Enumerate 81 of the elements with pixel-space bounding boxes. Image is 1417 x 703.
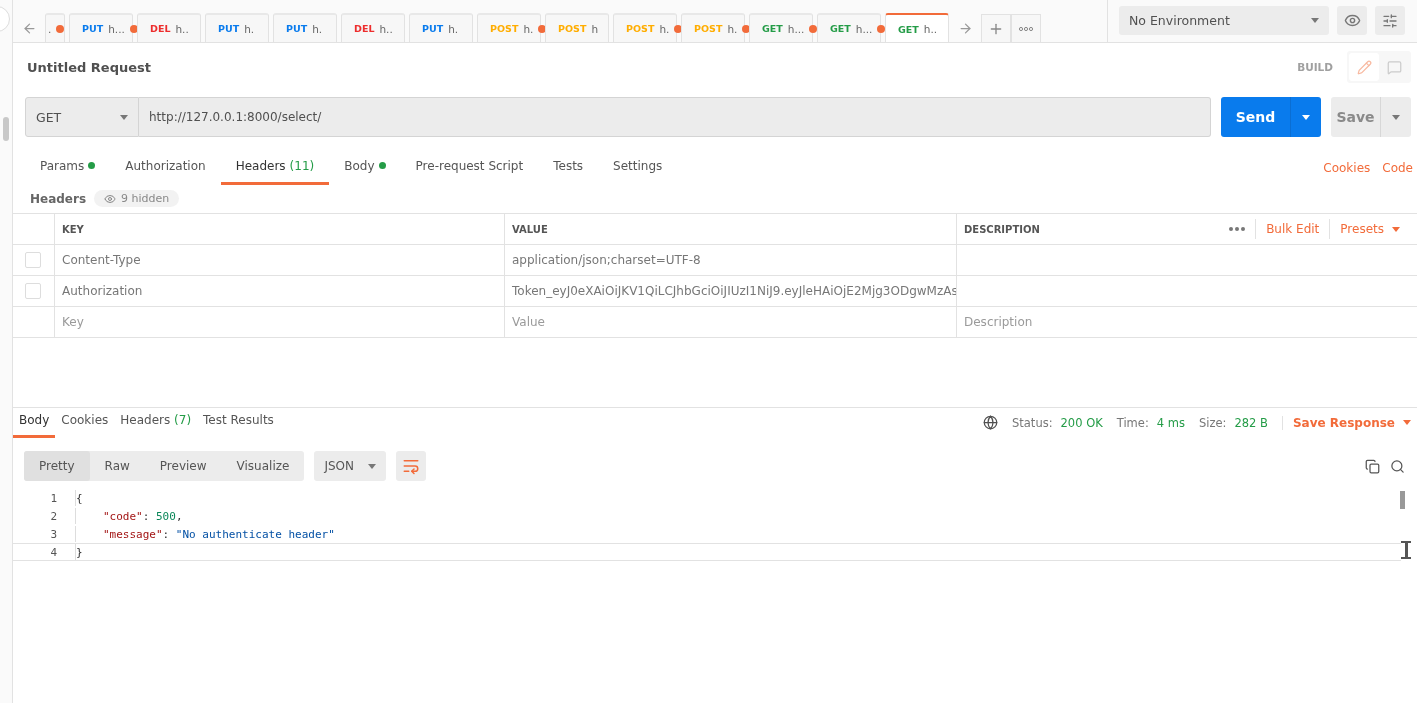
column-header: KEY xyxy=(55,214,505,244)
settings-button[interactable] xyxy=(1375,6,1405,35)
code-line: "message": "No authenticate header" xyxy=(75,526,335,542)
eye-icon xyxy=(104,192,117,205)
code-line: } xyxy=(75,544,83,560)
request-section-tab[interactable]: Tests xyxy=(538,155,599,185)
request-section-tab[interactable]: Params xyxy=(25,155,111,185)
row-checkbox[interactable] xyxy=(25,252,41,268)
code-line: { xyxy=(75,490,83,506)
response-tab[interactable]: Cookies xyxy=(55,410,115,438)
search-icon[interactable] xyxy=(1390,458,1405,474)
link[interactable]: Cookies xyxy=(1323,161,1371,175)
table-cell: Content-Type xyxy=(55,245,505,275)
request-title: Untitled Request xyxy=(27,59,151,75)
method-select[interactable]: GET xyxy=(25,97,139,137)
request-tab[interactable]: DEL h.. xyxy=(137,13,201,42)
line-number: 3 xyxy=(49,527,58,541)
column-header: VALUE xyxy=(505,214,957,244)
new-tab-button[interactable] xyxy=(981,14,1011,42)
send-button[interactable]: Send xyxy=(1221,97,1321,137)
value-field[interactable]: Value xyxy=(512,315,949,329)
save-response-button[interactable]: Save Response xyxy=(1281,415,1411,430)
request-section-tab[interactable]: Authorization xyxy=(110,155,221,185)
section-label: Headers xyxy=(30,191,87,206)
column-header: DESCRIPTION xyxy=(964,223,1040,235)
line-number: 4 xyxy=(49,545,58,559)
mode-label: BUILD xyxy=(1297,61,1333,73)
hidden-headers-toggle[interactable]: 9 hidden xyxy=(94,190,180,207)
more-tabs-button[interactable] xyxy=(1011,14,1041,42)
scrollbar-thumb[interactable] xyxy=(1400,491,1405,509)
environment-select[interactable]: No Environment xyxy=(1119,6,1329,35)
comment-icon xyxy=(1386,59,1402,75)
request-section-tab[interactable]: Headers (11) xyxy=(220,155,330,185)
response-tab[interactable]: Test Results xyxy=(197,410,280,438)
status-value: 200 OK xyxy=(1060,415,1103,430)
response-tab[interactable]: Body xyxy=(13,410,56,438)
request-tab[interactable]: POST h xyxy=(545,13,609,42)
table-cell: Authorization xyxy=(55,276,505,306)
request-tab[interactable]: PUT h. xyxy=(273,13,337,42)
line-number: 1 xyxy=(49,491,58,505)
eye-icon xyxy=(1343,12,1361,29)
request-tab[interactable]: PUT h. xyxy=(409,13,473,42)
table-cell: application/json;charset=UTF-8 xyxy=(505,245,957,275)
cursor-icon xyxy=(1401,541,1411,559)
response-tab[interactable]: Headers (7) xyxy=(114,410,198,438)
wrap-lines-button[interactable] xyxy=(396,451,426,481)
globe-icon[interactable] xyxy=(983,415,998,430)
description-field[interactable]: Description xyxy=(964,315,1410,329)
link[interactable]: Code xyxy=(1382,161,1413,175)
code-line: "code": 500, xyxy=(75,508,183,524)
request-section-tab[interactable]: Pre-request Script xyxy=(400,155,539,185)
key-field[interactable]: Key xyxy=(62,315,497,329)
status-value: 282 B xyxy=(1234,415,1268,430)
status-label: Status: xyxy=(1012,415,1053,430)
status-value: 4 ms xyxy=(1156,415,1185,430)
request-tab[interactable]: . xyxy=(45,13,65,42)
pencil-button[interactable] xyxy=(1349,53,1379,81)
line-number: 2 xyxy=(49,509,58,523)
sliders-icon xyxy=(1382,12,1398,29)
pencil-icon xyxy=(1356,59,1372,75)
request-tab[interactable]: DEL h.. xyxy=(341,13,405,42)
bulk-edit-button[interactable]: Bulk Edit xyxy=(1255,219,1330,239)
request-tab[interactable]: PUT h. xyxy=(205,13,269,42)
url-field[interactable]: http://127.0.0.1:8000/select/ xyxy=(139,97,1211,137)
status-label: Time: xyxy=(1116,415,1149,430)
request-section-tab[interactable]: Settings xyxy=(598,155,678,185)
presets-button[interactable]: Presets xyxy=(1329,219,1410,239)
row-checkbox[interactable] xyxy=(25,283,41,299)
view-mode-tab[interactable]: Preview xyxy=(144,451,222,481)
more-icon xyxy=(1019,25,1033,32)
request-section-tab[interactable]: Body xyxy=(329,155,401,185)
eye-button[interactable] xyxy=(1337,6,1367,35)
request-tab[interactable]: GET h.. xyxy=(885,13,949,42)
status-label: Size: xyxy=(1198,415,1227,430)
view-mode-tab[interactable]: Visualize xyxy=(221,451,305,481)
view-mode-tab[interactable]: Pretty xyxy=(24,451,90,481)
wrap-icon xyxy=(402,457,420,475)
scrollbar-thumb[interactable] xyxy=(3,117,9,141)
copy-icon[interactable] xyxy=(1365,458,1380,474)
format-select[interactable]: JSON xyxy=(314,451,386,481)
view-mode-tab[interactable]: Raw xyxy=(89,451,145,481)
